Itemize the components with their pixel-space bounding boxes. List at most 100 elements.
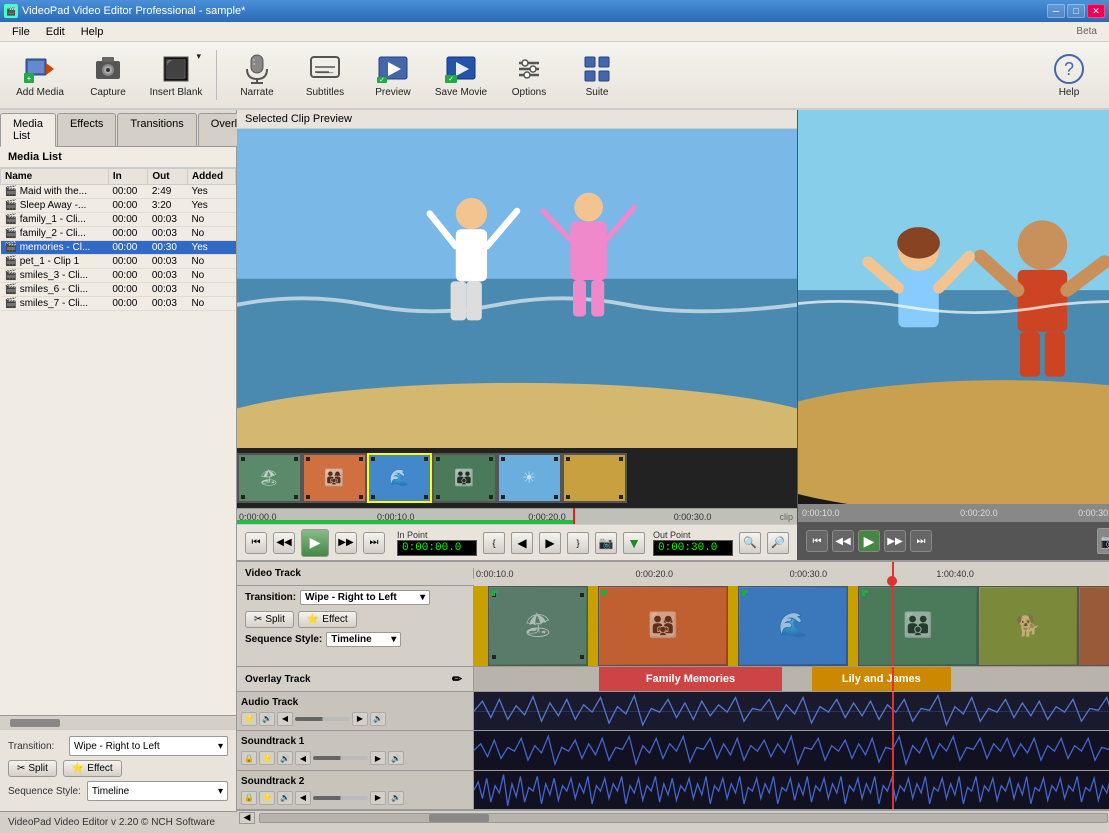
seq-skip-end-button[interactable]: ⏭ [910, 530, 932, 552]
st1-right-btn[interactable]: ▶ [370, 751, 386, 765]
st1-star-btn[interactable]: ⭐ [259, 751, 275, 765]
tab-media-list[interactable]: Media List [0, 113, 56, 147]
out-point-value[interactable]: 0:00:30.0 [653, 540, 733, 556]
mark-out-button[interactable]: } [567, 532, 589, 554]
bottom-scrollbar[interactable]: ◀ ▶ 🔎 🔍 ⊞ ⊡ [237, 810, 1109, 824]
effect-button[interactable]: ⭐ Effect [63, 760, 122, 777]
video-clip-5[interactable]: 🐕 [978, 586, 1078, 666]
svg-text:🌊: 🌊 [389, 468, 409, 487]
go-to-in-button[interactable]: ◀ [511, 532, 533, 554]
maximize-button[interactable]: □ [1067, 4, 1085, 18]
transition-dropdown-tl[interactable]: Wipe - Right to Left ▾ [300, 590, 430, 605]
seq-step-forward-button[interactable]: ▶▶ [884, 530, 906, 552]
st2-left-btn[interactable]: ◀ [295, 791, 311, 805]
overlay-clip-1[interactable]: Family Memories [599, 667, 783, 691]
menu-help[interactable]: Help [73, 24, 112, 40]
video-clip-3[interactable]: 🌊 [738, 586, 848, 666]
media-table: Name In Out Added 🎬 Maid with the... 00:… [0, 168, 236, 311]
go-to-out-button[interactable]: ▶ [539, 532, 561, 554]
audio-volume-slider[interactable] [295, 717, 350, 721]
seq-play-button[interactable]: ▶ [858, 530, 880, 552]
split-button-tl[interactable]: ✂ Split [245, 611, 294, 628]
sequence-style-dropdown[interactable]: Timeline ▾ [87, 781, 228, 801]
media-list-item[interactable]: 🎬 Maid with the... 00:00 2:49 Yes [1, 185, 236, 199]
film-frame-6[interactable] [562, 453, 627, 503]
video-clip-1[interactable]: 🏖 [488, 586, 588, 666]
tab-effects[interactable]: Effects [57, 113, 116, 146]
add-media-button[interactable]: + Add Media [8, 46, 72, 104]
insert-blank-button[interactable]: ⬛ Insert Blank [144, 46, 208, 104]
seq-style-dropdown-tl[interactable]: Timeline ▾ [326, 632, 401, 647]
media-list-item[interactable]: 🎬 memories - Cl... 00:00 00:30 Yes [1, 241, 236, 255]
overlay-edit-icon[interactable]: ✏ [449, 671, 465, 687]
video-clip-6[interactable]: 😊 [1078, 586, 1109, 666]
skip-to-end-button[interactable]: ⏭ [363, 532, 385, 554]
zoom-in-clip-button[interactable]: 🔍 [739, 532, 761, 554]
st2-star-btn[interactable]: ⭐ [259, 791, 275, 805]
film-frame-5[interactable]: ☀ [497, 453, 562, 503]
st2-lock-btn[interactable]: 🔒 [241, 791, 257, 805]
seq-step-back-button[interactable]: ◀◀ [832, 530, 854, 552]
media-list-hscroll[interactable] [0, 715, 236, 729]
st2-right-btn[interactable]: ▶ [370, 791, 386, 805]
save-movie-button[interactable]: ✓ Save Movie [429, 46, 493, 104]
st1-volume-slider[interactable] [313, 756, 368, 760]
window-controls[interactable]: ─ □ ✕ [1047, 4, 1105, 18]
split-button[interactable]: ✂ Split [8, 760, 57, 777]
effect-button-tl[interactable]: ⭐ Effect [298, 611, 357, 628]
seq-snapshot-button[interactable]: 📷 [1097, 528, 1109, 554]
audio-left-btn[interactable]: ◀ [277, 712, 293, 726]
menu-file[interactable]: File [4, 24, 38, 40]
seq-skip-start-button[interactable]: ⏮ [806, 530, 828, 552]
media-list-scroll[interactable]: Name In Out Added 🎬 Maid with the... 00:… [0, 168, 236, 715]
film-frame-4[interactable]: 👪 [432, 453, 497, 503]
scroll-track[interactable] [259, 813, 1108, 823]
video-clip-2[interactable]: 👨‍👩‍👧 [598, 586, 728, 666]
st1-left-btn[interactable]: ◀ [295, 751, 311, 765]
film-frame-2[interactable]: 👨‍👩‍👧 [302, 453, 367, 503]
media-list-item[interactable]: 🎬 family_1 - Cli... 00:00 00:03 No [1, 213, 236, 227]
scroll-left-btn[interactable]: ◀ [239, 812, 255, 824]
step-back-button[interactable]: ◀◀ [273, 532, 295, 554]
mark-in-button[interactable]: { [483, 532, 505, 554]
media-list-item[interactable]: 🎬 Sleep Away -... 00:00 3:20 Yes [1, 199, 236, 213]
film-frame-3[interactable]: 🌊 [367, 453, 432, 503]
menu-edit[interactable]: Edit [38, 24, 73, 40]
close-button[interactable]: ✕ [1087, 4, 1105, 18]
col-in: In [108, 169, 148, 185]
step-forward-button[interactable]: ▶▶ [335, 532, 357, 554]
suite-button[interactable]: Suite [565, 46, 629, 104]
media-list-item[interactable]: 🎬 family_2 - Cli... 00:00 00:03 No [1, 227, 236, 241]
film-frame-1[interactable]: 🏖 [237, 453, 302, 503]
transition-dropdown[interactable]: Wipe - Right to Left ▾ [69, 736, 228, 756]
scroll-thumb[interactable] [429, 814, 489, 822]
media-list-item[interactable]: 🎬 smiles_3 - Cli... 00:00 00:03 No [1, 269, 236, 283]
add-media-icon: + [24, 53, 56, 85]
media-list-item[interactable]: 🎬 smiles_6 - Cli... 00:00 00:03 No [1, 283, 236, 297]
capture-button[interactable]: Capture [76, 46, 140, 104]
st1-lock-btn[interactable]: 🔒 [241, 751, 257, 765]
audio-right-btn[interactable]: ▶ [352, 712, 368, 726]
tab-transitions[interactable]: Transitions [117, 113, 196, 146]
preview-button[interactable]: ✓ Preview [361, 46, 425, 104]
audio-star-btn[interactable]: ⭐ [241, 712, 257, 726]
options-button[interactable]: Options [497, 46, 561, 104]
subtitles-button[interactable]: ___ Subtitles [293, 46, 357, 104]
play-button[interactable]: ▶ [301, 529, 329, 557]
st2-volume-slider[interactable] [313, 796, 368, 800]
video-clip-4[interactable]: 👪 [858, 586, 978, 666]
in-point-value[interactable]: 0:00:00.0 [397, 540, 477, 556]
snapshot-button[interactable]: 📷 [595, 532, 617, 554]
st2-speaker-btn[interactable]: 🔊 [277, 791, 293, 805]
minimize-button[interactable]: ─ [1047, 4, 1065, 18]
st1-speaker-btn[interactable]: 🔊 [277, 751, 293, 765]
help-button[interactable]: ? Help [1037, 46, 1101, 104]
narrate-button[interactable]: Narrate [225, 46, 289, 104]
media-list-item[interactable]: 🎬 smiles_7 - Cli... 00:00 00:03 No [1, 297, 236, 311]
audio-speaker-btn[interactable]: 🔊 [259, 712, 275, 726]
skip-to-start-button[interactable]: ⏮ [245, 532, 267, 554]
zoom-out-clip-button[interactable]: 🔎 [767, 532, 789, 554]
overlay-clip-2[interactable]: Lily and James [812, 667, 951, 691]
media-list-item[interactable]: 🎬 pet_1 - Clip 1 00:00 00:03 No [1, 255, 236, 269]
add-to-timeline-button[interactable]: ▼ [623, 532, 645, 554]
